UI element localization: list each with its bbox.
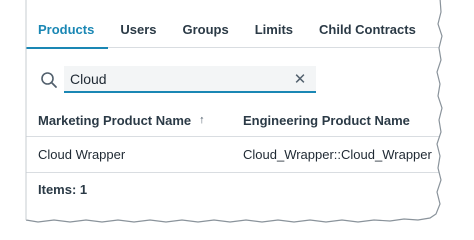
column-header-label: Marketing Product Name <box>38 112 192 128</box>
search-input[interactable] <box>64 66 290 91</box>
items-count: Items: 1 <box>38 182 88 197</box>
tab-bar: Products Users Groups Limits Child Contr… <box>26 14 456 49</box>
products-table: Marketing Product Name ↑ Engineering Pro… <box>26 104 440 206</box>
column-header-engineering[interactable]: Engineering Product Name <box>231 113 440 128</box>
panel: Products Users Groups Limits Child Contr… <box>0 0 474 240</box>
column-header-label: Engineering Product Name <box>243 112 410 128</box>
table-header-row: Marketing Product Name ↑ Engineering Pro… <box>26 104 440 137</box>
tab-products[interactable]: Products <box>26 14 109 49</box>
search-field: ✕ <box>64 66 316 93</box>
engineering-product-name-cell: Cloud_Wrapper::Cloud_Wrapper <box>243 147 432 162</box>
tab-limits[interactable]: Limits <box>243 14 307 48</box>
search-icon <box>38 69 60 91</box>
tab-child-contracts[interactable]: Child Contracts <box>307 14 430 48</box>
sort-ascending-icon[interactable]: ↑ <box>199 114 205 126</box>
marketing-product-name-cell: Cloud Wrapper <box>38 147 126 162</box>
search-bar: ✕ <box>38 66 318 93</box>
tab-groups[interactable]: Groups <box>170 14 242 48</box>
table-row[interactable]: Cloud Wrapper Cloud_Wrapper::Cloud_Wrapp… <box>26 137 440 173</box>
column-header-marketing[interactable]: Marketing Product Name ↑ <box>26 113 231 128</box>
close-icon[interactable]: ✕ <box>290 69 310 89</box>
table-footer: Items: 1 <box>26 173 440 206</box>
tab-users[interactable]: Users <box>108 14 170 48</box>
